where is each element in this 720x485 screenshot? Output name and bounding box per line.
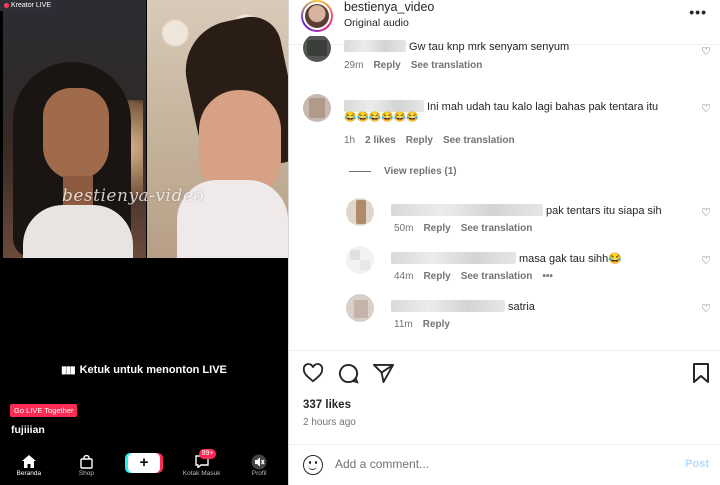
like-reply-heart-icon[interactable]: ♡ — [701, 302, 711, 315]
comment-emoji: 😂😂😂😂😂😂 — [344, 112, 419, 123]
replier-avatar[interactable] — [346, 246, 374, 274]
post-time: 2 hours ago — [303, 417, 356, 428]
post-actions-bar — [289, 350, 720, 395]
audio-label[interactable]: Original audio — [344, 17, 409, 29]
comments-list[interactable]: Gw tau knp mrk senyam senyum 29m Reply See… — [289, 36, 720, 349]
tap-to-watch-label: Ketuk untuk menonton LIVE — [79, 364, 227, 376]
live-dot-icon — [4, 3, 9, 8]
add-comment-input[interactable] — [335, 457, 665, 471]
account-avatar[interactable] — [301, 0, 333, 32]
like-comment-heart-icon[interactable]: ♡ — [701, 45, 711, 58]
tab-profile[interactable]: Profil — [234, 453, 284, 477]
comment-item: Gw tau knp mrk senyam senyum 29m Reply See… — [303, 36, 703, 78]
like-reply-heart-icon[interactable]: ♡ — [701, 254, 711, 267]
shop-bag-icon — [61, 453, 111, 470]
left-camera-feed — [3, 0, 146, 258]
reply-meta: 50m Reply See translation — [394, 223, 542, 234]
tab-create[interactable]: + — [119, 453, 169, 473]
reply-item: satria 11m Reply — [346, 294, 706, 334]
reply-text: pak tentars itu siapa sih — [546, 205, 662, 217]
blurred-username — [344, 99, 424, 112]
see-translation-button[interactable]: See translation — [461, 223, 533, 234]
likes-count[interactable]: 337 likes — [303, 399, 351, 411]
post-side-panel: bestienya_video Original audio ••• Gw ta… — [288, 0, 720, 485]
commenter-avatar[interactable] — [303, 36, 331, 62]
tab-inbox[interactable]: 99+ Kotak Masuk — [177, 449, 227, 477]
bottom-tab-bar: Beranda Shop + 99+ Kotak Masuk Profil — [0, 448, 288, 485]
comment-time: 29m — [344, 60, 364, 71]
tab-profile-label: Profil — [251, 470, 267, 477]
live-video-media[interactable]: Kreator LIVE bestienya-video ▮▮▮ Ketuk un… — [0, 0, 288, 485]
reply-text: satria — [508, 301, 535, 313]
reply-time: 44m — [394, 271, 414, 282]
blurred-username — [391, 203, 543, 216]
tab-inbox-label: Kotak Masuk — [182, 470, 221, 477]
reply-meta: 44m Reply See translation ••• — [394, 271, 563, 282]
replies-divider — [349, 170, 371, 172]
add-comment-row: Post — [289, 444, 720, 485]
share-send-icon[interactable] — [373, 363, 394, 389]
tab-shop[interactable]: Shop — [61, 453, 111, 477]
reply-time: 50m — [394, 223, 414, 234]
reply-button[interactable]: Reply — [423, 319, 450, 330]
go-live-together-badge[interactable]: Go LIVE Together — [10, 404, 78, 417]
reply-time: 11m — [394, 319, 413, 330]
post-comment-button[interactable]: Post — [685, 458, 709, 470]
home-icon — [4, 453, 54, 470]
reply-item: masa gak tau sihh😂 44m Reply See translati… — [346, 246, 706, 286]
comment-time: 1h — [344, 135, 356, 146]
more-options-icon[interactable]: ••• — [542, 271, 553, 282]
see-translation-button[interactable]: See translation — [411, 60, 483, 71]
blurred-username — [344, 39, 406, 52]
like-reply-heart-icon[interactable]: ♡ — [701, 206, 711, 219]
blurred-username — [391, 251, 516, 264]
reply-button[interactable]: Reply — [423, 223, 450, 234]
comment-meta: 29m Reply See translation — [344, 60, 492, 71]
audio-bars-icon: ▮▮▮ — [61, 365, 75, 376]
comment-likes[interactable]: 2 likes — [365, 135, 396, 146]
view-replies-button[interactable]: View replies (1) — [349, 166, 457, 177]
watermark: bestienya-video — [62, 186, 205, 206]
comment-item: Ini mah udah tau kalo lagi bahas pak ten… — [303, 94, 703, 154]
replier-avatar[interactable] — [346, 294, 374, 322]
more-options-icon[interactable]: ••• — [689, 4, 707, 20]
tab-shop-label: Shop — [78, 470, 94, 477]
tab-home[interactable]: Beranda — [4, 453, 54, 477]
creator-live-badge: Kreator LIVE — [0, 0, 56, 11]
reply-text: masa gak tau sihh😂 — [519, 253, 622, 265]
see-translation-button[interactable]: See translation — [461, 271, 533, 282]
tab-home-label: Beranda — [16, 470, 42, 477]
like-heart-icon[interactable] — [302, 363, 324, 389]
comment-meta: 1h 2 likes Reply See translation — [344, 135, 525, 146]
right-camera-feed — [147, 0, 288, 258]
reply-button[interactable]: Reply — [373, 60, 400, 71]
live-badge-label: Kreator LIVE — [11, 2, 52, 9]
reply-button[interactable]: Reply — [423, 271, 450, 282]
reply-meta: 11m Reply — [394, 319, 460, 330]
reply-item: pak tentars itu siapa sih 50m Reply See tr… — [346, 198, 706, 238]
account-name[interactable]: bestienya_video — [344, 0, 434, 14]
reply-button[interactable]: Reply — [406, 135, 433, 146]
see-translation-button[interactable]: See translation — [443, 135, 515, 146]
screen: Kreator LIVE bestienya-video ▮▮▮ Ketuk un… — [0, 0, 720, 485]
plus-icon: + — [127, 453, 160, 473]
comment-bubble-icon[interactable] — [338, 363, 359, 390]
live-username[interactable]: fujiiian — [11, 424, 45, 436]
mute-icon — [234, 453, 284, 470]
comment-text: Ini mah udah tau kalo lagi bahas pak ten… — [427, 101, 659, 113]
view-replies-label: View replies (1) — [384, 166, 457, 177]
inbox-count-badge: 99+ — [198, 449, 217, 459]
replier-avatar[interactable] — [346, 198, 374, 226]
like-comment-heart-icon[interactable]: ♡ — [701, 102, 711, 115]
comment-text: Gw tau knp mrk senyam senyum — [409, 41, 570, 53]
emoji-smiley-icon[interactable] — [303, 455, 323, 475]
save-bookmark-icon[interactable] — [693, 363, 709, 389]
commenter-avatar[interactable] — [303, 94, 331, 122]
blurred-username — [391, 299, 505, 312]
tap-to-watch-live[interactable]: ▮▮▮ Ketuk untuk menonton LIVE — [0, 364, 288, 376]
